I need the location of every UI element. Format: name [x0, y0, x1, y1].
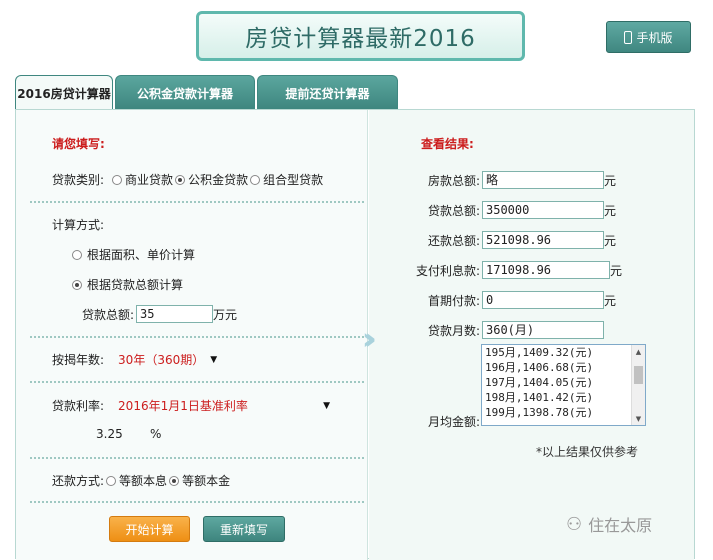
calc-method-label: 计算方式: — [52, 218, 105, 232]
monthly-amount-row: 月均金额: — [369, 413, 482, 430]
loan-total-unit: 万元 — [213, 307, 238, 322]
list-item[interactable]: 198月,1401.42(元) — [482, 390, 645, 405]
loan-type-label: 贷款类别: — [52, 173, 105, 187]
divider — [30, 501, 364, 503]
watermark: ⚇ 住在太原 — [566, 512, 652, 536]
list-item[interactable]: 196月,1406.68(元) — [482, 360, 645, 375]
tab-housing-loan[interactable]: 2016房贷计算器 — [15, 75, 113, 110]
result-row-months: 贷款月数: 360(月) — [369, 321, 604, 339]
loan-type-radio-combined[interactable] — [250, 174, 261, 185]
divider — [30, 201, 364, 203]
page-title: 房贷计算器最新2016 — [196, 11, 525, 61]
list-item[interactable]: 195月,1409.32(元) — [482, 345, 645, 360]
result-row-loan-total: 贷款总额: 350000 元 — [369, 201, 616, 219]
wechat-icon: ⚇ — [566, 513, 583, 535]
repay-radio-equal-installment[interactable] — [106, 475, 117, 486]
result-row-down-payment: 首期付款: 0 元 — [369, 291, 616, 309]
rate-select-value: 2016年1月1日基准利率 — [118, 399, 248, 413]
scrollbar[interactable]: ▲ ▼ — [631, 345, 645, 425]
loan-total-row: 贷款总额: 35 万元 — [82, 305, 237, 323]
tab-provident-fund[interactable]: 公积金贷款计算器 — [115, 75, 255, 110]
rate-percent-input[interactable]: 3.25 — [96, 427, 150, 441]
watermark-text: 住在太原 — [588, 516, 653, 535]
mobile-version-button[interactable]: 手机版 — [606, 21, 691, 53]
loan-total-input[interactable]: 35 — [136, 305, 214, 323]
scrollbar-thumb[interactable] — [634, 366, 643, 384]
result-label: 支付利息款: — [415, 263, 480, 278]
loan-type-option-provident[interactable]: 公积金贷款 — [188, 171, 248, 188]
result-row-interest: 支付利息款: 171098.96 元 — [369, 261, 622, 279]
years-select-value: 30年（360期） — [118, 353, 205, 367]
calculate-button[interactable]: 开始计算 — [109, 516, 190, 542]
dropdown-arrow-icon: ▼ — [323, 400, 331, 411]
result-label: 贷款总额: — [427, 203, 480, 218]
loan-total-label: 贷款总额: — [82, 307, 135, 322]
down-payment-field[interactable]: 0 — [482, 291, 604, 309]
repay-row: 还款方式: 等额本息 等额本金 — [52, 472, 230, 489]
result-label: 还款总额: — [427, 233, 480, 248]
result-unit: 元 — [610, 263, 623, 278]
phone-icon — [624, 30, 633, 44]
months-field[interactable]: 360(月) — [482, 321, 604, 339]
divider — [30, 381, 364, 383]
calc-method-radio-total[interactable] — [72, 279, 82, 290]
repay-radio-equal-principal[interactable] — [169, 475, 180, 486]
repay-option-equal-installment[interactable]: 等额本息 — [119, 472, 167, 489]
form-heading: 请您填写: — [52, 137, 105, 151]
rate-percent-unit: % — [150, 427, 162, 441]
list-item[interactable]: 199月,1398.78(元) — [482, 405, 645, 420]
result-unit: 元 — [604, 203, 617, 218]
interest-field[interactable]: 171098.96 — [482, 261, 610, 279]
rate-label: 贷款利率: — [52, 399, 105, 413]
calc-method-option-total[interactable]: 根据贷款总额计算 — [87, 276, 183, 293]
mobile-version-label: 手机版 — [636, 30, 673, 45]
loan-total-field[interactable]: 350000 — [482, 201, 604, 219]
reset-button[interactable]: 重新填写 — [203, 516, 285, 542]
calc-method-radio-area[interactable] — [72, 249, 82, 260]
rate-select[interactable]: 2016年1月1日基准利率 ▼ — [118, 397, 330, 414]
repay-label: 还款方式: — [52, 474, 105, 488]
loan-type-option-commercial[interactable]: 商业贷款 — [125, 171, 173, 188]
double-chevron-right-icon: ›› — [362, 321, 377, 357]
result-label: 房款总额: — [427, 173, 480, 188]
calculator-panel: 请您填写: 贷款类别: 商业贷款 公积金贷款 组合型贷款 计算方式: 根据面积、… — [15, 109, 695, 560]
divider — [30, 457, 364, 459]
loan-type-row: 贷款类别: 商业贷款 公积金贷款 组合型贷款 — [52, 171, 323, 188]
repay-total-field[interactable]: 521098.96 — [482, 231, 604, 249]
result-unit: 元 — [604, 293, 617, 308]
years-select[interactable]: 30年（360期） ▼ — [118, 351, 217, 368]
rate-row: 贷款利率: 2016年1月1日基准利率 ▼ — [52, 397, 330, 414]
rate-percent-row: 3.25 % — [96, 427, 161, 441]
house-total-field[interactable]: 略 — [482, 171, 604, 189]
monthly-label: 月均金额: — [427, 415, 480, 429]
result-pane: 查看结果: 房款总额: 略 元 贷款总额: 350000 元 还款总额: 521… — [369, 110, 694, 560]
input-pane: 请您填写: 贷款类别: 商业贷款 公积金贷款 组合型贷款 计算方式: 根据面积、… — [16, 110, 368, 560]
monthly-payment-list[interactable]: 195月,1409.32(元) 196月,1406.68(元) 197月,140… — [481, 344, 646, 426]
dropdown-arrow-icon: ▼ — [210, 354, 218, 365]
scroll-up-icon[interactable]: ▲ — [632, 345, 645, 358]
calc-method-area-row: 根据面积、单价计算 — [70, 246, 195, 263]
result-row-repay-total: 还款总额: 521098.96 元 — [369, 231, 616, 249]
tab-prepayment[interactable]: 提前还贷计算器 — [257, 75, 398, 110]
years-label: 按揭年数: — [52, 353, 105, 367]
divider — [30, 336, 364, 338]
years-row: 按揭年数: 30年（360期） ▼ — [52, 351, 217, 368]
result-row-house-total: 房款总额: 略 元 — [369, 171, 616, 189]
result-unit: 元 — [604, 233, 617, 248]
result-note: *以上结果仅供参考 — [536, 445, 639, 459]
loan-type-option-combined[interactable]: 组合型贷款 — [263, 171, 323, 188]
result-label: 首期付款: — [427, 293, 480, 308]
calc-method-option-area[interactable]: 根据面积、单价计算 — [87, 246, 195, 263]
loan-type-radio-commercial[interactable] — [112, 174, 123, 185]
list-item[interactable]: 197月,1404.05(元) — [482, 375, 645, 390]
calc-method-total-row: 根据贷款总额计算 — [70, 276, 183, 293]
loan-type-radio-provident[interactable] — [175, 174, 186, 185]
results-heading: 查看结果: — [421, 137, 474, 151]
result-unit: 元 — [604, 173, 617, 188]
repay-option-equal-principal[interactable]: 等额本金 — [182, 472, 230, 489]
scroll-down-icon[interactable]: ▼ — [632, 412, 645, 425]
